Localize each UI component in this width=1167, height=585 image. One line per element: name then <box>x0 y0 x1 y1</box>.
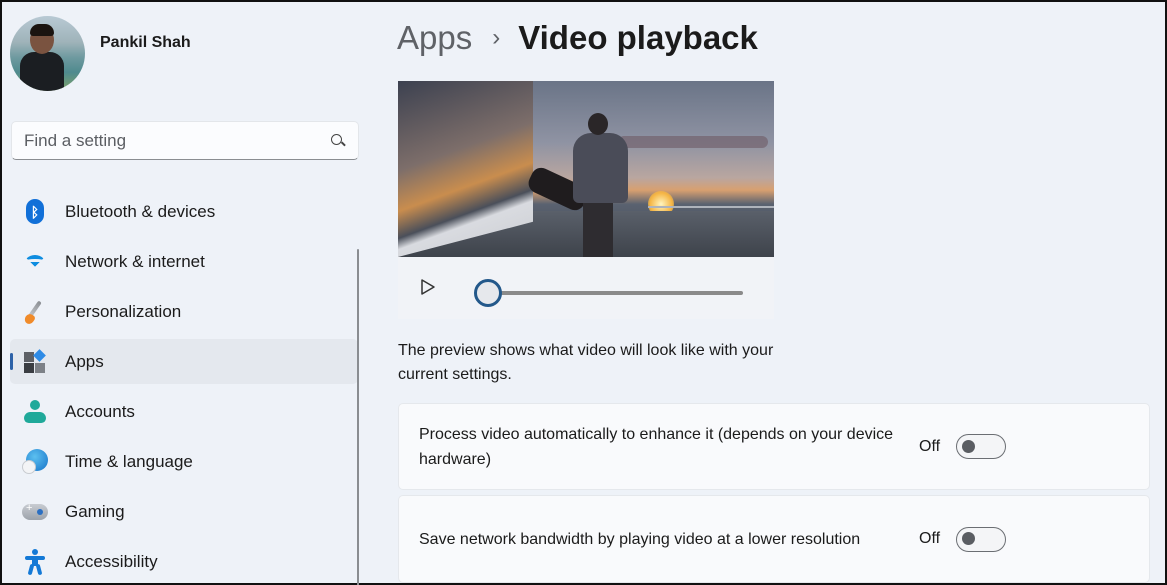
seek-slider-thumb[interactable] <box>474 279 502 307</box>
save-bandwidth-toggle[interactable] <box>956 526 1007 552</box>
sidebar-item-label: Gaming <box>65 501 125 521</box>
sidebar-item-apps[interactable]: Apps <box>10 339 358 384</box>
page-title: Video playback <box>518 19 758 56</box>
chevron-right-icon: › <box>492 24 501 51</box>
video-preview <box>398 81 774 257</box>
video-player-controls <box>398 257 774 319</box>
breadcrumb: Apps › Video playback <box>397 16 758 60</box>
sidebar-item-time-language[interactable]: Time & language <box>10 439 358 484</box>
sidebar-item-label: Network & internet <box>65 251 205 271</box>
paintbrush-icon <box>22 299 48 326</box>
setting-card-save-bandwidth: Save network bandwidth by playing video … <box>398 495 1150 583</box>
setting-label: Save network bandwidth by playing video … <box>419 530 861 548</box>
search-icon[interactable] <box>330 133 346 149</box>
sidebar-nav: ᛒ Bluetooth & devices Network & internet… <box>10 189 358 585</box>
preview-rail <box>648 206 774 208</box>
play-button[interactable] <box>418 277 438 297</box>
bluetooth-icon: ᛒ <box>22 199 48 225</box>
sidebar-item-label: Accessibility <box>65 551 158 571</box>
gamepad-icon <box>22 499 48 525</box>
apps-icon <box>22 348 48 375</box>
setting-card-auto-enhance: Process video automatically to enhance i… <box>398 403 1150 490</box>
search-placeholder[interactable]: Find a setting <box>24 131 330 151</box>
wifi-icon <box>22 249 48 275</box>
accessibility-icon <box>22 548 48 575</box>
globe-clock-icon <box>22 448 48 475</box>
sidebar-item-label: Bluetooth & devices <box>65 201 216 221</box>
person-icon <box>22 399 48 425</box>
preview-cloud <box>618 136 768 148</box>
toggle-state-label: Off <box>919 530 941 547</box>
preview-description: The preview shows what video will look l… <box>398 342 774 383</box>
toggle-state-label: Off <box>919 437 941 455</box>
sidebar-item-label: Apps <box>65 351 104 371</box>
sidebar-item-gaming[interactable]: Gaming <box>10 489 358 534</box>
breadcrumb-parent[interactable]: Apps <box>397 19 472 57</box>
play-icon <box>421 279 435 295</box>
toggle-knob <box>962 532 976 545</box>
sidebar: Pankil Shah Find a setting ᛒ Bluetooth &… <box>2 2 367 585</box>
sidebar-item-accessibility[interactable]: Accessibility <box>10 539 358 584</box>
sidebar-item-label: Time & language <box>65 451 193 471</box>
seek-track[interactable] <box>488 291 743 295</box>
active-indicator <box>10 353 13 370</box>
sidebar-item-accounts[interactable]: Accounts <box>10 389 358 434</box>
sidebar-item-personalization[interactable]: Personalization <box>10 289 358 334</box>
setting-label: Process video automatically to enhance i… <box>419 425 894 468</box>
search-input[interactable]: Find a setting <box>11 121 359 160</box>
user-profile[interactable]: Pankil Shah <box>10 16 191 91</box>
avatar <box>10 16 85 91</box>
sidebar-item-label: Accounts <box>65 401 135 421</box>
toggle-knob <box>962 439 976 453</box>
sidebar-item-bluetooth[interactable]: ᛒ Bluetooth & devices <box>10 189 358 234</box>
auto-enhance-toggle[interactable] <box>956 434 1007 459</box>
sidebar-item-label: Personalization <box>65 301 182 321</box>
sidebar-item-network[interactable]: Network & internet <box>10 239 358 284</box>
sidebar-scrollbar[interactable] <box>357 249 359 585</box>
profile-name: Pankil Shah <box>100 33 191 51</box>
preview-person <box>525 101 633 257</box>
